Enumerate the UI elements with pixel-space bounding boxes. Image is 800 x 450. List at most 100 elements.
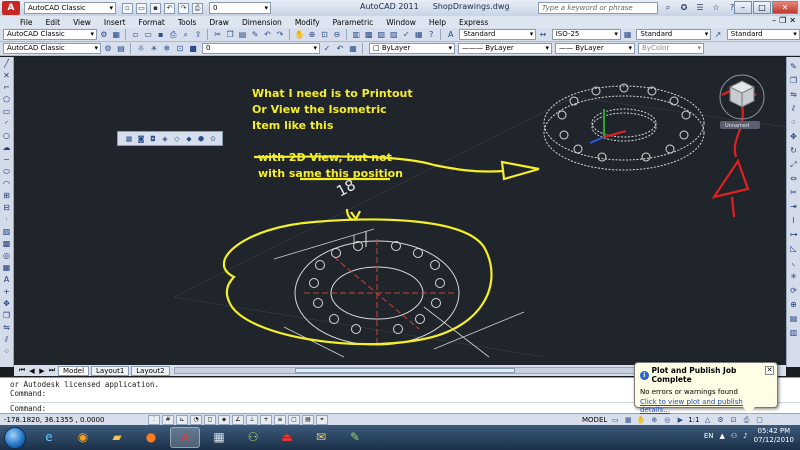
search-input[interactable]: Type a keyword or phrase: [538, 2, 658, 14]
doc-minimize-icon[interactable]: –: [772, 16, 776, 25]
coordinates-readout[interactable]: -178.1820, 36.1355 , 0.0000: [0, 416, 140, 424]
qnew-icon[interactable]: ▫: [130, 29, 141, 41]
array-icon[interactable]: ⁘: [1, 347, 12, 357]
layers-icon[interactable]: ▤: [788, 313, 799, 324]
annotation-visibility-icon[interactable]: △: [703, 415, 713, 425]
chamfer-icon[interactable]: ◺: [788, 243, 799, 254]
ne-iso-icon[interactable]: ◆: [184, 134, 194, 144]
ie-icon[interactable]: e: [34, 427, 64, 448]
otrack-toggle[interactable]: ∠: [232, 414, 244, 425]
pan-status-icon[interactable]: ✋: [636, 415, 646, 425]
redo-tb-icon[interactable]: ↷: [274, 29, 285, 41]
zoom-extents-icon[interactable]: ⊕: [788, 299, 799, 310]
add-selected-icon[interactable]: +: [1, 287, 12, 297]
layer-previous-icon[interactable]: ↶: [334, 43, 346, 55]
clock[interactable]: 05:42 PM 07/12/2010: [754, 427, 794, 445]
menu-help[interactable]: Help: [429, 18, 446, 27]
rectangle-icon[interactable]: ▭: [1, 107, 12, 117]
menu-view[interactable]: View: [73, 18, 91, 27]
tab-model[interactable]: Model: [58, 365, 90, 376]
explode-icon[interactable]: ✳: [788, 271, 799, 282]
dim-style-combo[interactable]: ISO-25: [551, 29, 621, 40]
ellipse-icon[interactable]: ⬭: [1, 167, 12, 177]
offset-modify-icon[interactable]: ⫽: [788, 103, 799, 114]
front-view-icon[interactable]: ◘: [148, 134, 158, 144]
se-iso-icon[interactable]: ◇: [172, 134, 182, 144]
paste-icon[interactable]: ▤: [237, 29, 248, 41]
open-icon[interactable]: ▭: [136, 2, 147, 14]
doc-close-icon[interactable]: ✕: [789, 16, 796, 25]
communication-icon[interactable]: ☰: [694, 2, 706, 14]
dim-style-icon[interactable]: ↔: [537, 29, 548, 41]
menu-insert[interactable]: Insert: [104, 18, 126, 27]
lwt-toggle[interactable]: ≡: [274, 414, 286, 425]
polar-toggle[interactable]: ◔: [190, 414, 202, 425]
minimize-button[interactable]: –: [734, 1, 752, 14]
menu-file[interactable]: File: [20, 18, 33, 27]
sw-iso-icon[interactable]: ◈: [160, 134, 170, 144]
plot-icon[interactable]: ⎙: [192, 2, 203, 14]
sheet-set-icon[interactable]: ▨: [388, 29, 399, 41]
search-icon[interactable]: ⌕: [662, 2, 674, 14]
menu-dimension[interactable]: Dimension: [242, 18, 282, 27]
insert-block-icon[interactable]: ⊞: [1, 191, 12, 201]
annotation-scale[interactable]: 1:1: [688, 416, 699, 424]
multileader-style-icon[interactable]: ↗: [712, 29, 723, 41]
redo-icon[interactable]: ↷: [178, 2, 189, 14]
save-file-icon[interactable]: ▪: [155, 29, 166, 41]
circle-icon[interactable]: ○: [1, 131, 12, 141]
zoom-status-icon[interactable]: ⊕: [649, 415, 659, 425]
qp-toggle[interactable]: ▤: [302, 414, 314, 425]
subscription-icon[interactable]: ✪: [678, 2, 690, 14]
array-modify-icon[interactable]: ⁘: [788, 117, 799, 128]
doc-restore-icon[interactable]: ❐: [779, 16, 786, 25]
zoom-realtime-icon[interactable]: ⊕: [306, 29, 317, 41]
menu-edit[interactable]: Edit: [46, 18, 61, 27]
publish-icon[interactable]: ⇪: [192, 29, 203, 41]
fillet-icon[interactable]: ◟: [788, 257, 799, 268]
rotate-icon[interactable]: ↻: [788, 145, 799, 156]
text-style-icon[interactable]: A: [445, 29, 456, 41]
undo-icon[interactable]: ↶: [164, 2, 175, 14]
revision-cloud-icon[interactable]: ☁: [1, 143, 12, 153]
properties-panel-icon[interactable]: ▥: [788, 327, 799, 338]
mail-task-icon[interactable]: ✉: [306, 427, 336, 448]
design-center-icon[interactable]: ▩: [363, 29, 374, 41]
ducs-toggle[interactable]: ⊥: [246, 414, 258, 425]
lock-icon[interactable]: ⊡: [174, 43, 186, 55]
trim-icon[interactable]: ✂: [788, 187, 799, 198]
arc-icon[interactable]: ◜: [1, 119, 12, 129]
steeringwheel-icon[interactable]: ◎: [662, 415, 672, 425]
ortho-toggle[interactable]: ⊾: [176, 414, 188, 425]
nw-iso-icon[interactable]: ⬢: [196, 134, 206, 144]
move-modify-icon[interactable]: ✥: [788, 131, 799, 142]
first-tab-icon[interactable]: ⏮: [18, 366, 26, 375]
layer-walk-icon[interactable]: ▦: [347, 43, 359, 55]
layout-quickview-icon[interactable]: ▭: [610, 415, 620, 425]
prev-tab-icon[interactable]: ◀: [28, 367, 36, 375]
favorites-icon[interactable]: ☆: [710, 2, 722, 14]
layer-combo[interactable]: 0: [202, 43, 320, 54]
tray-expand-icon[interactable]: ▲: [720, 432, 725, 440]
workspace-selector[interactable]: AutoCAD Classic: [3, 29, 98, 40]
layer-quick-combo[interactable]: 0: [209, 2, 271, 14]
multiline-text-icon[interactable]: A: [1, 275, 12, 285]
mirror-icon[interactable]: ⇋: [1, 323, 12, 333]
gradient-icon[interactable]: ▩: [1, 239, 12, 249]
print-icon[interactable]: ⎙: [167, 29, 178, 41]
workspace-icon[interactable]: ▦: [111, 29, 122, 41]
menu-tools[interactable]: Tools: [178, 18, 196, 27]
zoom-window-icon[interactable]: ⊡: [319, 29, 330, 41]
lineweight-combo[interactable]: —— ByLayer: [555, 43, 635, 54]
cut-icon[interactable]: ✂: [212, 29, 223, 41]
tab-layout2[interactable]: Layout2: [131, 365, 170, 376]
menu-window[interactable]: Window: [386, 18, 416, 27]
offset-icon[interactable]: ⫽: [1, 335, 12, 345]
text-style-combo[interactable]: Standard: [459, 29, 537, 40]
stretch-icon[interactable]: ⇔: [788, 173, 799, 184]
next-tab-icon[interactable]: ▶: [38, 367, 46, 375]
gear-icon[interactable]: ⚙: [98, 29, 109, 41]
3d-osnap-toggle[interactable]: ◈: [218, 414, 230, 425]
preview-icon[interactable]: ⌕: [180, 29, 191, 41]
workspace-combo[interactable]: AutoCAD Classic: [24, 2, 116, 14]
